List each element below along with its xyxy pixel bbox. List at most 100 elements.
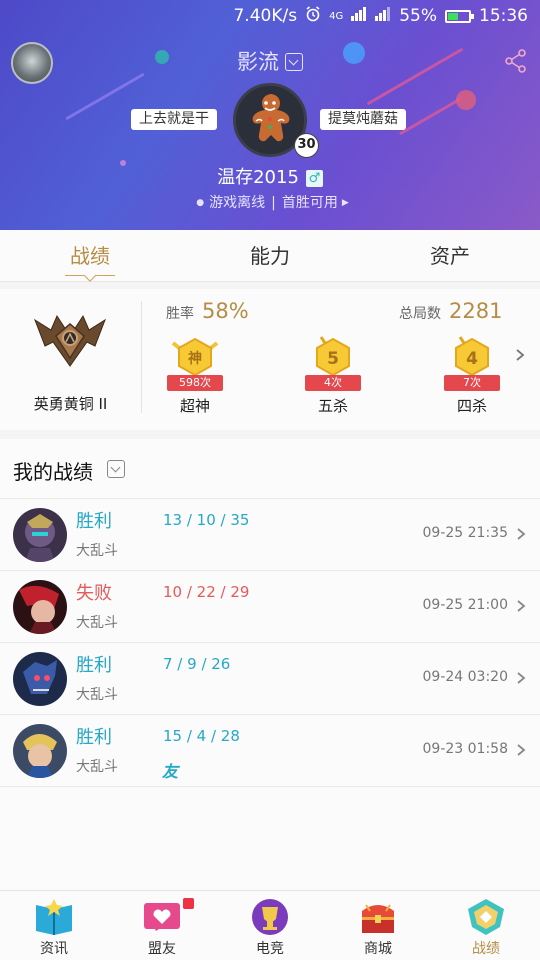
game-mode: 大乱斗	[76, 543, 118, 559]
champion-avatar	[13, 508, 67, 562]
signal-icon	[375, 6, 391, 26]
champion-avatar	[13, 652, 67, 706]
win-rate-value: 58%	[202, 299, 249, 323]
trophy-icon	[252, 899, 288, 935]
game-mode: 大乱斗	[76, 615, 118, 631]
chevron-right-icon	[517, 600, 526, 612]
nav-store[interactable]: 商城	[324, 891, 432, 960]
treasure-chest-icon	[362, 904, 394, 933]
chevron-right-icon	[517, 672, 526, 684]
win-rate-label: 胜率	[166, 306, 194, 322]
kda: 13 / 10 / 35	[163, 511, 250, 529]
divider	[141, 301, 142, 413]
separator: |	[271, 195, 276, 211]
heart-chat-icon	[144, 903, 180, 931]
achievement-quadrakill: 4 7次 四杀	[442, 333, 502, 429]
clock: 15:36	[479, 6, 528, 26]
online-status: 游戏离线	[209, 195, 266, 211]
notification-badge	[183, 898, 194, 909]
achievement-label: 五杀	[317, 397, 348, 415]
profile-tabs: 战绩 能力 资产	[0, 230, 540, 282]
rank-summary-card[interactable]: 英勇黄铜 II 胜率 58% 总局数 2281 神 598次 超神 5 4次 五…	[0, 289, 540, 430]
match-result: 失败	[76, 583, 112, 604]
quadrakill-badge-glyph: 4	[466, 349, 478, 369]
match-time: 09-23 01:58	[422, 741, 508, 757]
section-title: 我的战绩	[13, 460, 93, 484]
nav-records[interactable]: 战绩	[432, 891, 540, 960]
status-bar: 7.40K/s 4G 55% 15:36	[0, 0, 540, 32]
match-result: 胜利	[76, 655, 112, 676]
achievement-count: 7次	[444, 375, 500, 391]
total-games-value: 2281	[449, 299, 503, 323]
legendary-badge-glyph: 神	[188, 350, 202, 367]
achievement-legendary: 神 598次 超神	[165, 333, 225, 429]
profile-header: 7.40K/s 4G 55% 15:36 影流 上去就是干 提莫炖蘑菇 30 温…	[0, 0, 540, 230]
battery-icon	[445, 9, 474, 23]
match-row[interactable]: 胜利 大乱斗 13 / 10 / 35 09-25 21:35	[0, 499, 540, 571]
match-row[interactable]: 失败 大乱斗 10 / 22 / 29 09-25 21:00	[0, 571, 540, 643]
nav-label: 战绩	[472, 941, 500, 957]
friend-badge: 友	[162, 762, 179, 781]
chevron-right-icon[interactable]	[514, 348, 526, 362]
crest-icon	[468, 899, 504, 935]
achievement-label: 四杀	[456, 397, 487, 415]
match-time: 09-24 03:20	[422, 669, 508, 685]
book-icon	[36, 899, 72, 935]
match-time: 09-25 21:00	[422, 597, 508, 613]
tab-assets[interactable]: 资产	[360, 230, 540, 281]
kda: 15 / 4 / 28	[163, 727, 240, 745]
bronze-rank-emblem-icon	[33, 306, 107, 370]
match-result: 胜利	[76, 511, 112, 532]
bottom-navigation: 资讯 盟友 电竞 商城 战绩	[0, 890, 540, 960]
signal-icon	[351, 6, 367, 26]
tab-records[interactable]: 战绩	[0, 230, 180, 281]
game-mode: 大乱斗	[76, 687, 118, 703]
match-row[interactable]: 胜利 大乱斗 15 / 4 / 28 友 09-23 01:58	[0, 715, 540, 787]
chevron-down-icon[interactable]	[107, 460, 125, 478]
alarm-icon	[305, 5, 321, 27]
match-result: 胜利	[76, 727, 112, 748]
chevron-down-icon	[285, 53, 303, 71]
tab-ability[interactable]: 能力	[180, 230, 360, 281]
match-records-section: 我的战绩 胜利 大乱斗 13 / 10 / 35 09-25 21:35 失败 …	[0, 439, 540, 899]
achievement-count: 4次	[305, 375, 361, 391]
player-tag-right: 提莫炖蘑菇	[320, 109, 406, 130]
total-games-label: 总局数	[399, 306, 441, 322]
nav-label: 盟友	[148, 941, 176, 957]
champion-avatar	[13, 580, 67, 634]
bullet-icon: ●	[196, 198, 205, 208]
network-speed: 7.40K/s	[233, 6, 298, 26]
achievement-label: 超神	[179, 397, 210, 415]
kda: 7 / 9 / 26	[163, 655, 231, 673]
nav-allies[interactable]: 盟友	[108, 891, 216, 960]
server-selector[interactable]: 影流	[0, 46, 540, 76]
champion-avatar	[13, 724, 67, 778]
arrow-right-icon: ▶	[341, 198, 349, 208]
achievement-count: 598次	[167, 375, 223, 391]
nav-esports[interactable]: 电竞	[216, 891, 324, 960]
battery-percent: 55%	[399, 6, 437, 26]
rank-name: 英勇黄铜 II	[33, 395, 108, 413]
network-type: 4G	[329, 10, 344, 22]
kda: 10 / 22 / 29	[163, 583, 250, 601]
nav-label: 资讯	[40, 941, 68, 957]
nav-label: 商城	[364, 941, 392, 957]
gender-male-icon: ♂	[305, 170, 323, 187]
decor-streak	[398, 97, 462, 136]
pentakill-badge-glyph: 5	[327, 349, 339, 369]
username-row: 温存2015 ♂	[0, 163, 540, 189]
achievement-pentakill: 5 4次 五杀	[303, 333, 363, 429]
game-mode: 大乱斗	[76, 759, 118, 775]
app-screen: 7.40K/s 4G 55% 15:36 影流 上去就是干 提莫炖蘑菇 30 温…	[0, 0, 540, 960]
nav-news[interactable]: 资讯	[0, 891, 108, 960]
chevron-right-icon	[517, 528, 526, 540]
nav-label: 电竞	[256, 941, 284, 957]
match-row[interactable]: 胜利 大乱斗 7 / 9 / 26 09-24 03:20	[0, 643, 540, 715]
player-tag-left: 上去就是干	[131, 109, 217, 130]
chevron-right-icon	[517, 744, 526, 756]
username: 温存2015	[217, 167, 299, 188]
match-time: 09-25 21:35	[422, 525, 508, 541]
level-badge: 30	[294, 133, 319, 158]
game-status-row[interactable]: ● 游戏离线 | 首胜可用 ▶	[0, 192, 540, 212]
server-name: 影流	[237, 50, 279, 74]
